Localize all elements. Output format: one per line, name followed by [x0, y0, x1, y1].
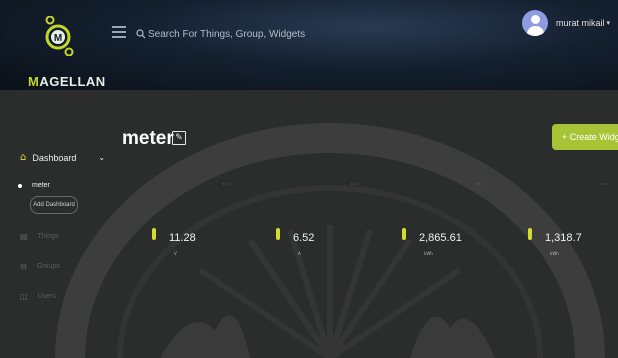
avatar[interactable]	[521, 10, 548, 36]
page-title: meter	[122, 128, 174, 149]
sidebar-item-meter[interactable]: meter	[18, 182, 50, 189]
widget-card[interactable]: 2,865.61 kWh	[402, 228, 502, 268]
widget-card[interactable]: 1,318.7 kWh	[528, 228, 618, 268]
widget-unit: kWh	[424, 251, 433, 256]
widget-card[interactable]: 6.52 A	[276, 228, 376, 268]
widget-menu-icon[interactable]: ···	[222, 180, 230, 189]
value-indicator	[402, 228, 406, 240]
create-widget-button[interactable]: + Create Widget	[552, 124, 618, 150]
magellan-logo-icon: M	[45, 16, 74, 56]
sidebar-item-things[interactable]: ▤ Things	[20, 232, 59, 241]
widget-value: 2,865.61	[419, 232, 462, 244]
widget-unit: V	[174, 251, 177, 256]
home-icon: ⌂	[20, 152, 27, 163]
sidebar-item-users[interactable]: ◫ Users	[20, 292, 56, 301]
widget-value: 1,318.7	[545, 232, 582, 244]
brand-name: MAGELLAN	[28, 74, 106, 89]
widget-menu-icon[interactable]: ···	[600, 180, 608, 189]
search-bar[interactable]	[136, 24, 356, 44]
sidebar-item-label: Dashboard	[32, 152, 77, 163]
widget-menu-icon[interactable]: ···	[350, 180, 358, 189]
sidebar-item-label: meter	[32, 182, 50, 189]
logo[interactable]: M MAGELLAN	[22, 16, 105, 89]
chevron-down-icon[interactable]: ⌄	[98, 153, 105, 162]
svg-text:M: M	[54, 33, 62, 44]
edit-icon[interactable]: ✎	[172, 131, 186, 145]
user-shoulders-shape	[526, 26, 544, 36]
sidebar: ⌂ Dashboard ⌄ meter Add Dashboard ▤ Thin…	[0, 90, 110, 358]
user-head-shape	[530, 15, 540, 24]
search-icon	[136, 29, 146, 39]
widget-unit: A	[298, 251, 301, 256]
widget-menu-icon[interactable]: ···	[476, 180, 484, 189]
bullet-icon	[18, 183, 22, 188]
groups-icon: ⊟	[20, 262, 27, 271]
value-indicator	[528, 228, 532, 240]
chevron-down-icon[interactable]: ▾	[606, 19, 610, 27]
sidebar-item-label: Things	[37, 233, 59, 240]
sidebar-item-groups[interactable]: ⊟ Groups	[20, 262, 60, 271]
hamburger-menu-icon[interactable]	[112, 26, 126, 40]
user-name[interactable]: murat mikail	[556, 18, 605, 28]
widget-value: 11.28	[169, 232, 196, 244]
widget-unit: kWh	[550, 251, 559, 256]
sidebar-item-label: Users	[37, 293, 56, 300]
add-dashboard-button[interactable]: Add Dashboard	[30, 196, 78, 214]
sidebar-item-label: Groups	[36, 263, 60, 270]
sidebar-item-dashboard[interactable]: ⌂ Dashboard ⌄	[20, 152, 105, 163]
value-indicator	[276, 228, 280, 240]
user-menu[interactable]: murat mikail ▾	[521, 10, 610, 36]
search-input[interactable]	[146, 27, 350, 41]
top-bar: M MAGELLAN murat mikail ▾	[0, 0, 618, 90]
users-icon: ◫	[20, 292, 28, 301]
main-content: ⌂ Dashboard ⌄ meter Add Dashboard ▤ Thin…	[0, 90, 618, 358]
widget-value: 6.52	[293, 232, 315, 244]
things-icon: ▤	[20, 232, 28, 241]
value-indicator	[152, 228, 156, 240]
widget-card[interactable]: 11.28 V	[152, 228, 252, 268]
